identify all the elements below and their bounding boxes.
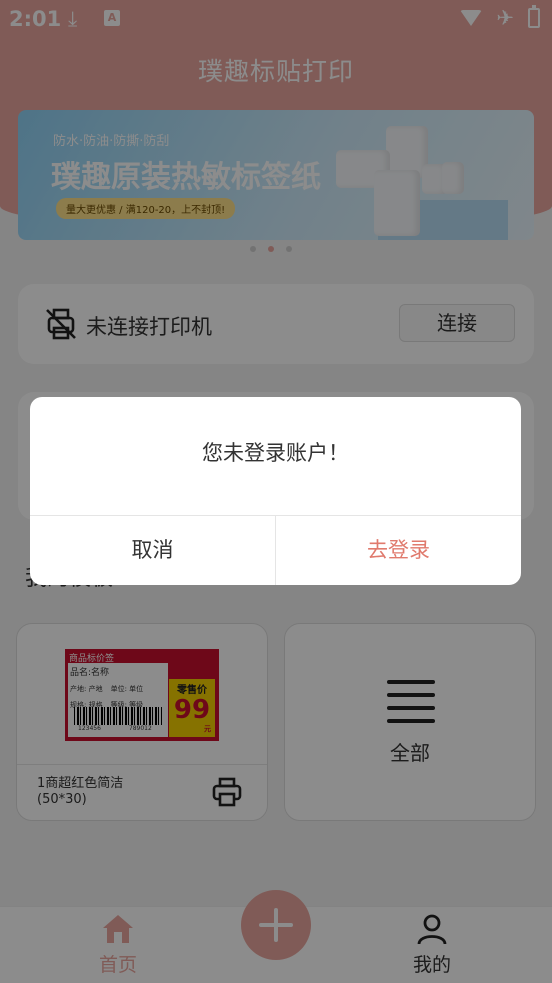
login-dialog: 您未登录账户！ 取消 去登录 <box>30 397 521 585</box>
dialog-message: 您未登录账户！ <box>202 441 349 465</box>
go-login-button[interactable]: 去登录 <box>276 515 521 585</box>
cancel-button[interactable]: 取消 <box>30 515 275 585</box>
